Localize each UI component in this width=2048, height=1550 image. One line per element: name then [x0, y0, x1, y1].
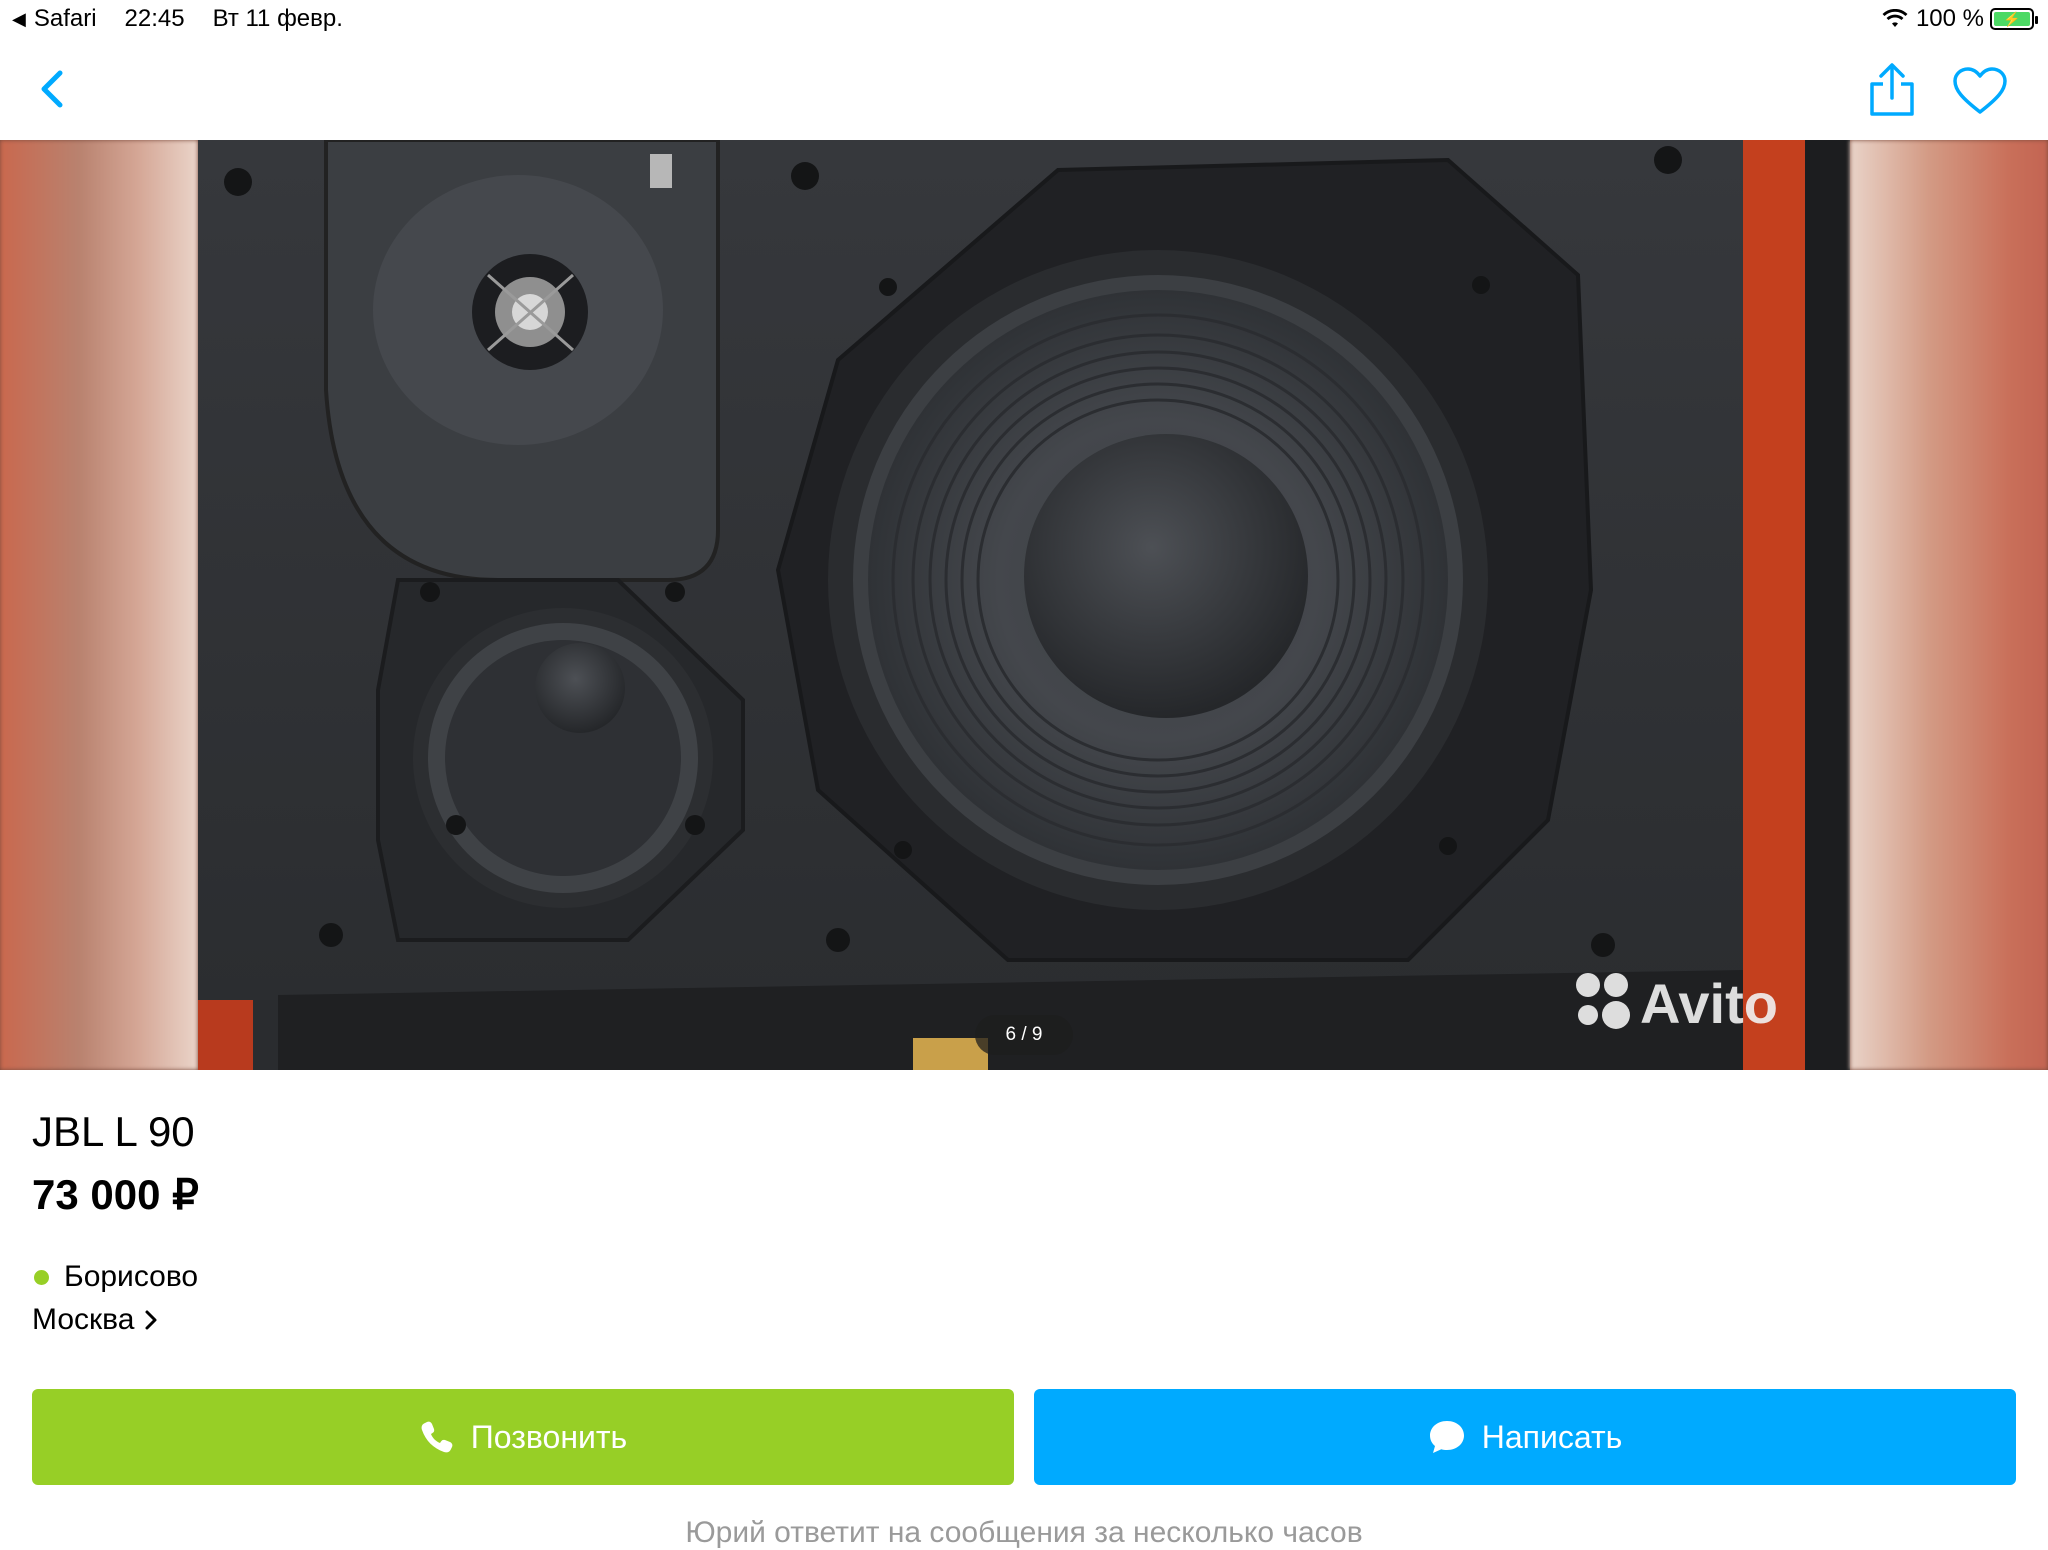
gallery-next-photo-blur[interactable] [1850, 140, 2048, 1070]
location-district: Борисово [32, 1260, 198, 1294]
status-time: 22:45 [124, 5, 185, 32]
response-time-note: Юрий ответит на сообщения за несколько ч… [685, 1516, 1363, 1549]
message-button-label[interactable]: Написать [1482, 1419, 1623, 1456]
city-label[interactable]: Москва [32, 1303, 134, 1337]
status-left: ◀ Safari 22:45 Вт 11 февр. [12, 5, 371, 33]
listing-title: JBL L 90 [32, 1108, 195, 1155]
chevron-left-icon[interactable] [30, 65, 78, 113]
battery-percent: 100 % [1915, 5, 1984, 32]
status-right: 100 % ⚡ [1882, 5, 2038, 33]
chat-bubble-icon [1429, 1421, 1464, 1453]
call-button[interactable]: Позвонить [32, 1389, 1014, 1485]
district-label: Борисово [64, 1260, 199, 1293]
photo-counter: 6 / 9 [975, 1015, 1073, 1055]
status-date: Вт 11 февр. [212, 5, 343, 32]
listing-photo[interactable]: Avito [198, 140, 1850, 1070]
status-bar: ◀ Safari 22:45 Вт 11 февр. 100 % ⚡ [0, 0, 2048, 40]
share-icon[interactable] [1866, 62, 1918, 118]
heart-icon[interactable] [1952, 66, 2008, 116]
gallery-prev-photo-blur[interactable] [0, 140, 198, 1070]
location-city-link[interactable]: Москва [32, 1303, 158, 1337]
nav-bar [0, 40, 2048, 140]
chevron-right-icon[interactable] [144, 1309, 158, 1331]
call-button-label[interactable]: Позвонить [471, 1419, 627, 1456]
back-to-app-icon[interactable]: ◀ [12, 9, 26, 30]
message-button[interactable]: Написать [1034, 1389, 2016, 1485]
phone-icon [421, 1421, 453, 1453]
wifi-icon [1882, 9, 1908, 27]
listing-price: 73 000 ₽ [32, 1171, 199, 1218]
photo-gallery[interactable]: Avito 6 / 9 [0, 140, 2048, 1070]
metro-dot-icon [34, 1269, 49, 1285]
battery-icon: ⚡ [1990, 8, 2038, 30]
back-to-app-label[interactable]: Safari [34, 5, 97, 33]
avito-watermark-text: Avito [1640, 972, 1778, 1035]
